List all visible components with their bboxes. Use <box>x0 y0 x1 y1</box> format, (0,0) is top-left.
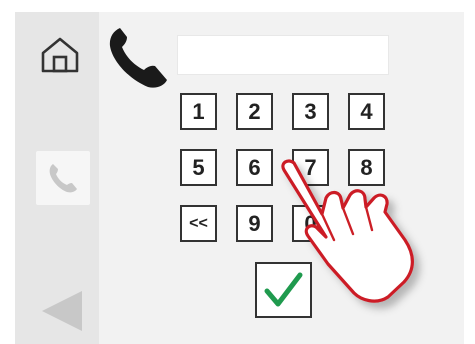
backspace-key[interactable]: << <box>180 205 217 242</box>
home-icon <box>41 37 79 73</box>
number-display[interactable] <box>177 35 389 75</box>
home-button[interactable] <box>39 34 81 76</box>
back-button[interactable] <box>38 287 86 335</box>
key-6[interactable]: 6 <box>236 149 273 186</box>
key-4[interactable]: 4 <box>348 93 385 130</box>
pointing-hand-icon <box>281 159 414 303</box>
back-arrow-icon <box>42 291 82 331</box>
phone-icon <box>49 164 77 193</box>
phone-handset-icon <box>109 28 167 88</box>
key-2[interactable]: 2 <box>236 93 273 130</box>
key-3[interactable]: 3 <box>292 93 329 130</box>
key-9[interactable]: 9 <box>236 205 273 242</box>
key-5[interactable]: 5 <box>180 149 217 186</box>
key-1[interactable]: 1 <box>180 93 217 130</box>
phone-button[interactable] <box>36 151 90 205</box>
